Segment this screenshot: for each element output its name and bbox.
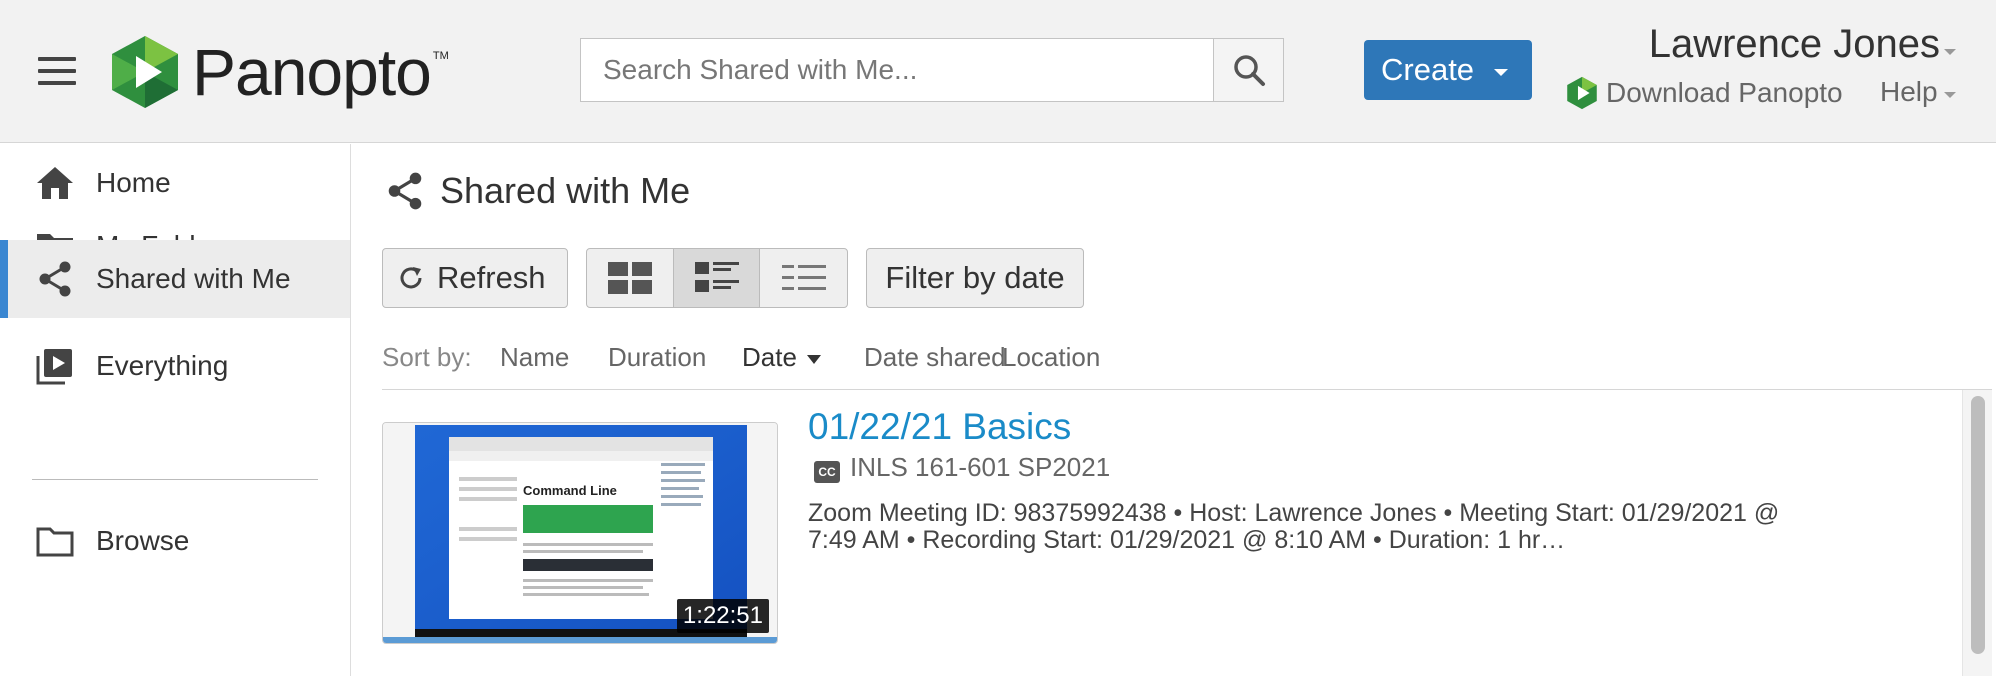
refresh-button-label: Refresh [437,260,546,295]
share-icon [388,172,422,210]
grid-view-icon [607,262,652,294]
search-input[interactable] [581,39,1213,101]
content-scrollbar[interactable] [1962,390,1992,676]
chevron-down-icon [1494,68,1509,76]
sort-by-location[interactable]: Location [1002,342,1100,373]
sort-descending-icon [806,354,821,364]
session-folder-link[interactable]: INLS 161-601 SP2021 [850,452,1110,483]
sort-by-date-shared[interactable]: Date shared [864,342,1006,373]
page-title: Shared with Me [384,170,690,212]
sidebar-item-label: Browse [96,525,190,556]
logo-text: Panopto [192,35,432,109]
sort-by-duration[interactable]: Duration [608,342,706,373]
user-menu[interactable]: Lawrence Jones [1649,22,1940,67]
view-detail-button[interactable] [673,249,761,307]
detail-view-icon [694,262,739,292]
hamburger-menu-icon[interactable] [38,57,76,85]
help-caret-icon[interactable] [1944,92,1956,98]
refresh-icon [400,267,422,289]
panopto-small-logo-icon [1567,76,1597,110]
folder-icon [34,520,76,562]
page-title-text: Shared with Me [440,170,691,211]
sidebar-item-label: Everything [96,350,229,381]
share-icon [34,258,76,300]
main-content: Shared with Me Refresh Filter by date So… [352,144,1996,676]
sort-by-date-label: Date [742,342,797,372]
sidebar-item-label: Home [96,167,171,198]
session-thumbnail[interactable]: Command Line 1:22:51 [382,422,778,644]
search-box [580,38,1284,102]
sidebar-item-everything[interactable]: Everything [0,327,350,405]
sort-by-date[interactable]: Date [742,342,821,373]
download-panopto-label: Download Panopto [1606,77,1843,108]
video-library-icon [34,345,76,387]
sort-by-name[interactable]: Name [500,342,569,373]
top-header: Panopto TM Create Lawrence Jones Downloa… [0,0,1996,143]
help-menu[interactable]: Help [1880,76,1938,108]
home-icon [34,162,76,204]
download-panopto-link[interactable]: Download Panopto [1566,76,1843,110]
trademark-mark: TM [432,50,449,62]
create-button-label: Create [1381,52,1475,87]
sidebar-item-label: Shared with Me [96,263,291,294]
sidebar-item-shared-with-me[interactable]: Shared with Me [0,240,350,318]
sidebar: Home My Folder Shared with Me [0,144,351,676]
sort-bar: Sort by: Name Duration Date Date shared … [382,340,1992,390]
search-button[interactable] [1213,39,1283,101]
session-title-link[interactable]: 01/22/21 Basics [808,406,1071,448]
thumbnail-heading: Command Line [523,483,617,498]
create-button[interactable]: Create [1364,40,1532,100]
list-view-icon [781,265,826,290]
refresh-button[interactable]: Refresh [382,248,568,308]
search-icon [1233,55,1265,86]
thumbnail-progress-bar [383,637,777,643]
panopto-logo[interactable]: Panopto TM [110,32,449,112]
view-grid-button[interactable] [587,249,674,307]
session-description: Zoom Meeting ID: 98375992438 • Host: Law… [808,499,1780,554]
duration-badge: 1:22:51 [676,599,769,633]
scrollbar-thumb[interactable] [1971,396,1985,654]
sidebar-divider [32,479,318,480]
filter-by-date-button[interactable]: Filter by date [866,248,1084,308]
sidebar-item-browse[interactable]: Browse [0,502,350,580]
sort-by-label: Sort by: [382,342,472,372]
user-menu-caret-icon[interactable] [1944,49,1956,55]
view-mode-toggle [586,248,848,308]
panopto-logo-icon [112,36,178,108]
view-list-button[interactable] [760,249,847,307]
closed-captions-icon: CC [814,461,840,483]
